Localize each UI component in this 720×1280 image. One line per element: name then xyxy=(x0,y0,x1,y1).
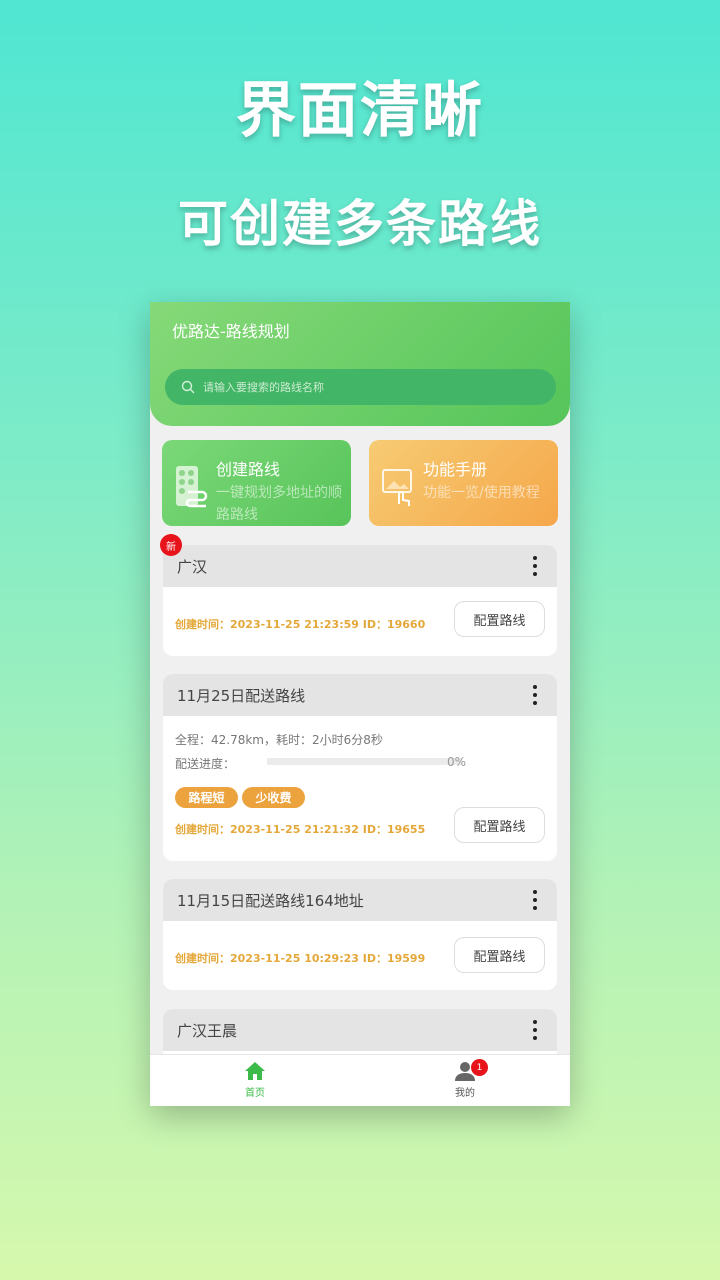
progress-label: 配送进度： xyxy=(175,757,236,771)
route-meta: 创建时间：2023-11-25 10:29:23 ID：19599 xyxy=(175,952,426,965)
promo-subheadline: 可创建多条路线 xyxy=(178,195,542,253)
create-route-title: 创建路线 xyxy=(216,460,281,479)
route-summary: 全程：42.78km，耗时：2小时6分8秒 xyxy=(175,733,383,747)
route-card[interactable]: 11月25日配送路线 全程：42.78km，耗时：2小时6分8秒 配送进度： 0… xyxy=(163,674,557,861)
configure-route-button[interactable]: 配置路线 xyxy=(454,601,545,637)
phone-screen: 优路达-路线规划 请输入要搜索的路线名称 创建路线 一键规划多地址的顺路路线 功… xyxy=(150,302,570,1106)
app-header: 优路达-路线规划 请输入要搜索的路线名称 xyxy=(150,302,570,426)
manual-title: 功能手册 xyxy=(423,460,488,479)
route-card[interactable]: 广汉 创建时间：2023-11-25 21:23:59 ID：19660 配置路… xyxy=(163,545,557,656)
search-icon xyxy=(181,380,195,394)
tab-home-label: 首页 xyxy=(245,1088,265,1099)
manual-card[interactable]: 功能手册 功能一览/使用教程 xyxy=(369,440,558,526)
tag-low-toll: 少收费 xyxy=(242,787,305,808)
building-route-icon xyxy=(176,466,208,508)
more-vertical-icon[interactable] xyxy=(533,685,537,709)
route-name: 广汉 xyxy=(163,545,557,587)
tab-mine[interactable]: 1 我的 xyxy=(435,1059,495,1099)
search-placeholder: 请输入要搜索的路线名称 xyxy=(203,381,324,394)
route-meta: 创建时间：2023-11-25 21:23:59 ID：19660 xyxy=(175,618,426,631)
app-title: 优路达-路线规划 xyxy=(172,322,290,341)
new-badge: 新 xyxy=(160,534,182,556)
configure-route-button[interactable]: 配置路线 xyxy=(454,807,545,843)
progress-percent: 0% xyxy=(447,755,467,769)
route-name: 11月15日配送路线164地址 xyxy=(163,879,557,921)
create-route-subtitle: 一键规划多地址的顺路路线 xyxy=(216,485,342,523)
route-name: 11月25日配送路线 xyxy=(163,674,557,716)
promo-headline: 界面清晰 xyxy=(236,76,484,146)
route-meta: 创建时间：2023-11-25 21:21:32 ID：19655 xyxy=(175,823,426,836)
configure-route-button[interactable]: 配置路线 xyxy=(454,937,545,973)
create-route-card[interactable]: 创建路线 一键规划多地址的顺路路线 xyxy=(162,440,351,526)
notification-badge: 1 xyxy=(471,1059,488,1076)
more-vertical-icon[interactable] xyxy=(533,890,537,914)
tab-home[interactable]: 首页 xyxy=(225,1061,285,1099)
route-name: 广汉王晨 xyxy=(163,1009,557,1051)
bottom-nav: 首页 1 我的 xyxy=(150,1054,570,1106)
tab-mine-label: 我的 xyxy=(455,1088,475,1099)
tag-short-route: 路程短 xyxy=(175,787,238,808)
manual-subtitle: 功能一览/使用教程 xyxy=(423,485,540,501)
progress-bar xyxy=(267,758,462,765)
home-icon xyxy=(245,1062,265,1080)
image-touch-icon xyxy=(382,469,412,506)
route-card[interactable]: 11月15日配送路线164地址 创建时间：2023-11-25 10:29:23… xyxy=(163,879,557,990)
more-vertical-icon[interactable] xyxy=(533,556,537,580)
search-input[interactable]: 请输入要搜索的路线名称 xyxy=(165,369,556,405)
more-vertical-icon[interactable] xyxy=(533,1020,537,1044)
